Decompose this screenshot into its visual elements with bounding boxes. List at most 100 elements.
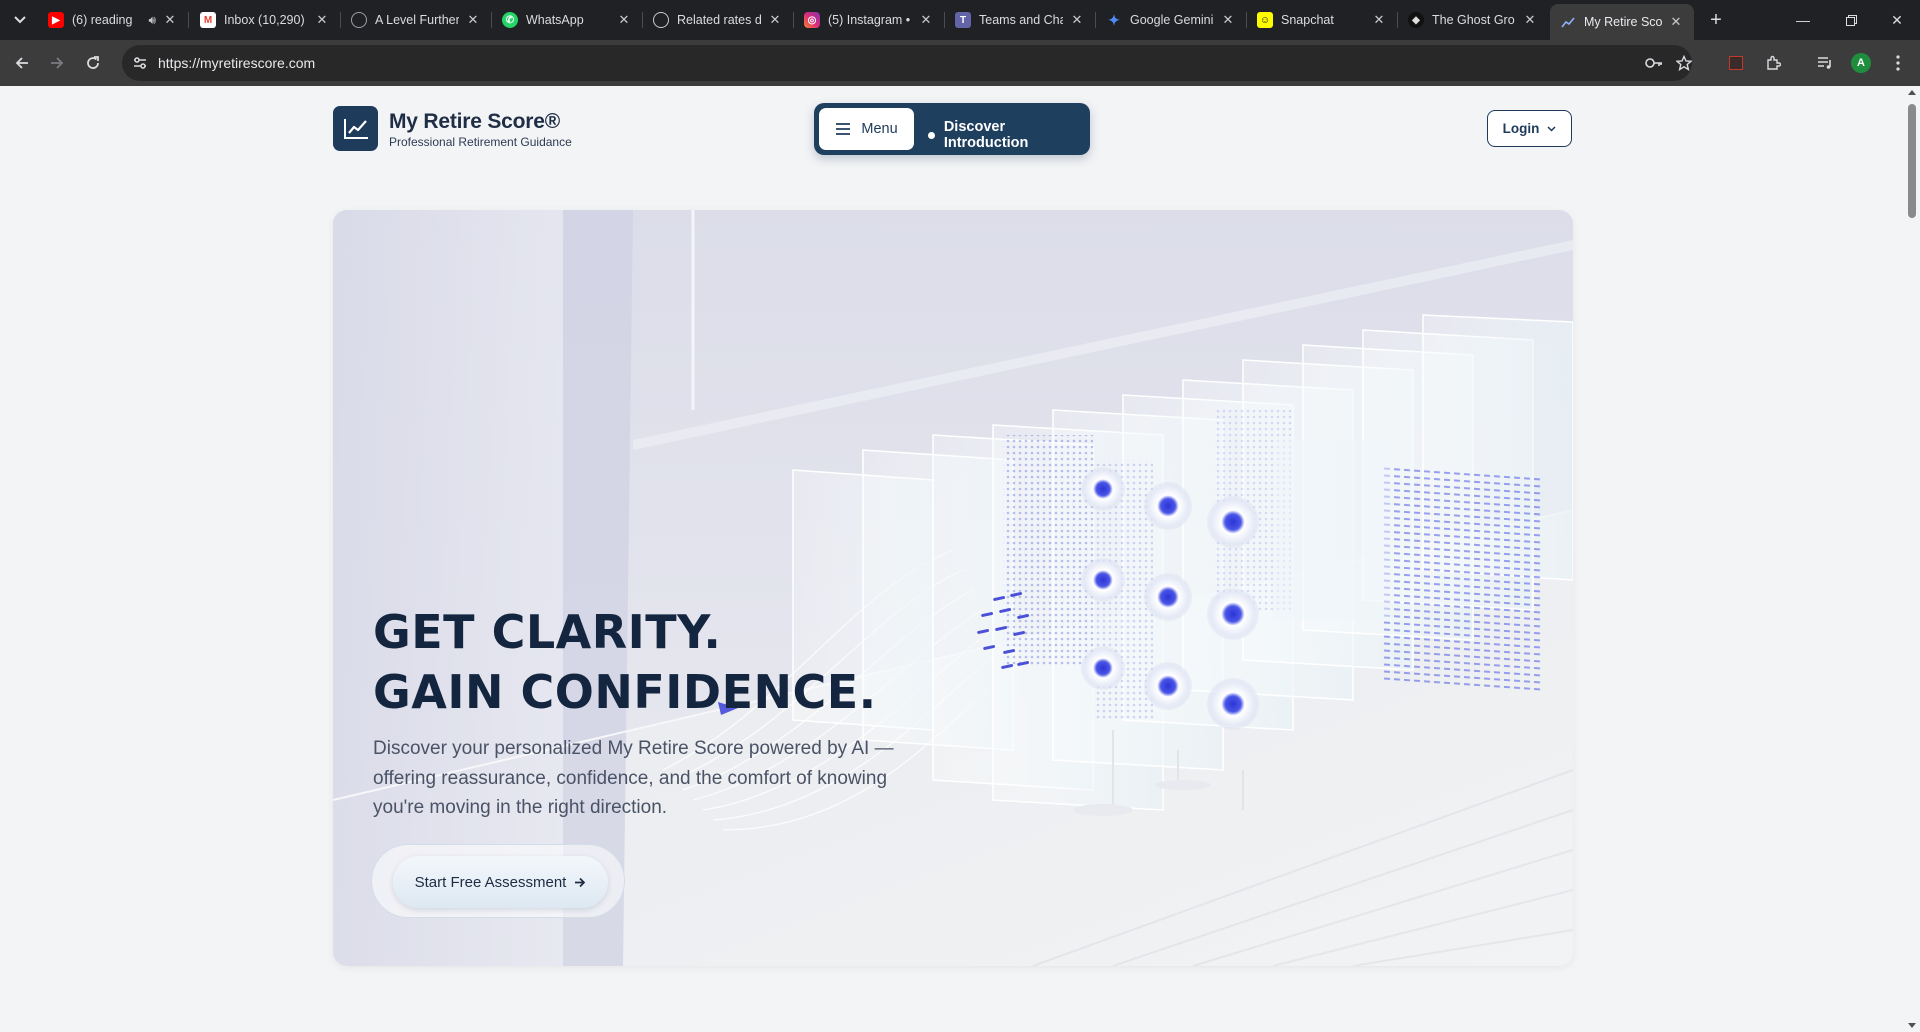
hero-subtext: Discover your personalized My Retire Sco… [373,734,943,823]
puzzle-icon [1767,55,1781,70]
login-label: Login [1502,121,1540,136]
brand-tagline: Professional Retirement Guidance [389,135,572,149]
new-tab-button[interactable]: + [1704,8,1728,32]
teams-icon: T [955,12,971,28]
trend-chart-icon [343,118,368,139]
tab-title: Snapchat [1281,13,1334,27]
main-nav: Menu Discover Introduction [814,103,1090,155]
hero-subtext-line2: offering reassurance, confidence, and th… [373,767,888,789]
tab-a-level[interactable]: A Level Further ✕ [341,6,492,34]
tab-title: Google Gemini [1130,13,1214,27]
close-icon[interactable]: ✕ [1220,12,1236,28]
tab-title: The Ghost Gro [1432,13,1515,27]
browser-tab-bar: ▶ (6) reading 🔊︎ ✕ M Inbox (10,290) ✕ A … [0,0,1920,40]
tab-title: Related rates d [677,13,761,27]
scroll-thumb[interactable] [1908,104,1916,218]
instagram-icon: ◎ [804,12,820,28]
close-icon[interactable]: ✕ [767,12,783,28]
minimize-icon: — [1796,12,1810,28]
reload-button[interactable] [81,51,105,75]
tab-instagram[interactable]: ◎ (5) Instagram • ✕ [794,6,945,34]
close-icon[interactable]: ✕ [1069,12,1085,28]
tab-title: Inbox (10,290) [224,13,305,27]
extension-button[interactable] [1725,52,1747,74]
tab-my-retire-score[interactable]: My Retire Scor ✕ [1550,4,1694,40]
tab-gmail[interactable]: M Inbox (10,290) ✕ [190,6,341,34]
restore-button[interactable] [1836,6,1866,34]
tab-snapchat[interactable]: ☺ Snapchat ✕ [1247,6,1398,34]
close-icon[interactable]: ✕ [1668,14,1684,30]
tab-chatgpt[interactable]: Related rates d ✕ [643,6,794,34]
tune-icon [134,57,146,69]
ghost-icon: ◆ [1408,12,1424,28]
hamburger-icon [836,123,851,135]
scroll-down-arrow[interactable] [1908,1023,1916,1028]
media-controls-button[interactable] [1814,52,1836,74]
arrow-right-icon [51,57,64,69]
reload-icon [87,56,99,69]
site-info-button[interactable] [130,53,150,73]
bookmark-button[interactable] [1674,53,1694,73]
youtube-icon: ▶ [48,12,64,28]
hero-headline-line2: GAIN CONFIDENCE. [373,665,877,719]
minimize-button[interactable]: — [1788,6,1818,34]
brand-logo[interactable] [333,106,378,151]
close-icon[interactable]: ✕ [314,12,330,28]
discover-label: Discover Introduction [943,119,1029,151]
chart-icon [1560,14,1576,30]
speaker-icon[interactable]: 🔊︎ [148,13,156,28]
close-icon[interactable]: ✕ [1371,12,1387,28]
page-viewport: My Retire Score® Professional Retirement… [0,86,1904,1032]
whatsapp-icon: ✆ [502,12,518,28]
close-icon: ✕ [1891,11,1903,28]
menu-label: Menu [861,121,898,137]
brand-name[interactable]: My Retire Score® [389,110,560,134]
profile-avatar[interactable]: A [1851,53,1871,73]
close-window-button[interactable]: ✕ [1882,6,1912,34]
tab-title: Teams and Cha [979,13,1063,27]
chevron-down-icon [14,16,26,24]
login-button[interactable]: Login [1487,110,1572,147]
browser-menu-button[interactable] [1887,52,1909,74]
plus-icon: + [1710,8,1722,31]
close-icon[interactable]: ✕ [918,12,934,28]
scroll-up-arrow[interactable] [1908,90,1916,95]
star-icon [1676,55,1692,71]
address-bar[interactable]: https://myretirescore.com [122,45,1692,81]
tab-title: A Level Further [375,13,459,27]
gemini-icon: ✦ [1108,11,1120,28]
queue-music-icon [1818,57,1831,69]
page-scrollbar[interactable] [1904,86,1920,1032]
tab-youtube[interactable]: ▶ (6) reading 🔊︎ ✕ [38,6,189,34]
tab-title: (6) reading [72,13,133,27]
tab-title: (5) Instagram • [828,13,911,27]
extension-icon [1729,56,1743,70]
close-icon[interactable]: ✕ [1522,12,1538,28]
extensions-menu-button[interactable] [1762,52,1784,74]
tab-teams[interactable]: T Teams and Cha ✕ [945,6,1096,34]
chevron-down-icon [1547,125,1556,132]
more-vert-icon [1896,55,1900,71]
hero-section: GET CLARITY. GAIN CONFIDENCE. Discover y… [333,210,1573,966]
tab-search-button[interactable] [8,8,32,32]
forward-button[interactable] [45,51,69,75]
dot-icon [928,131,935,139]
key-icon [1645,58,1662,68]
close-icon[interactable]: ✕ [616,12,632,28]
menu-button[interactable]: Menu [819,108,914,150]
tab-ghost[interactable]: ◆ The Ghost Gro ✕ [1398,6,1548,34]
cta-label: Start Free Assessment [414,873,567,891]
back-button[interactable] [10,51,34,75]
start-free-assessment-button[interactable]: Start Free Assessment [393,856,608,908]
url-text[interactable]: https://myretirescore.com [158,55,315,71]
tab-gemini[interactable]: ✦ Google Gemini ✕ [1096,6,1247,34]
password-key-button[interactable] [1644,53,1664,73]
tab-title: My Retire Scor [1584,15,1662,29]
hero-subtext-line1: Discover your personalized My Retire Sco… [373,738,894,759]
close-icon[interactable]: ✕ [465,12,481,28]
restore-icon [1845,14,1857,26]
tab-whatsapp[interactable]: ✆ WhatsApp ✕ [492,6,643,34]
close-icon[interactable]: ✕ [162,12,178,28]
tab-title: WhatsApp [526,13,584,27]
discover-introduction-link[interactable]: Discover Introduction [928,119,1090,151]
